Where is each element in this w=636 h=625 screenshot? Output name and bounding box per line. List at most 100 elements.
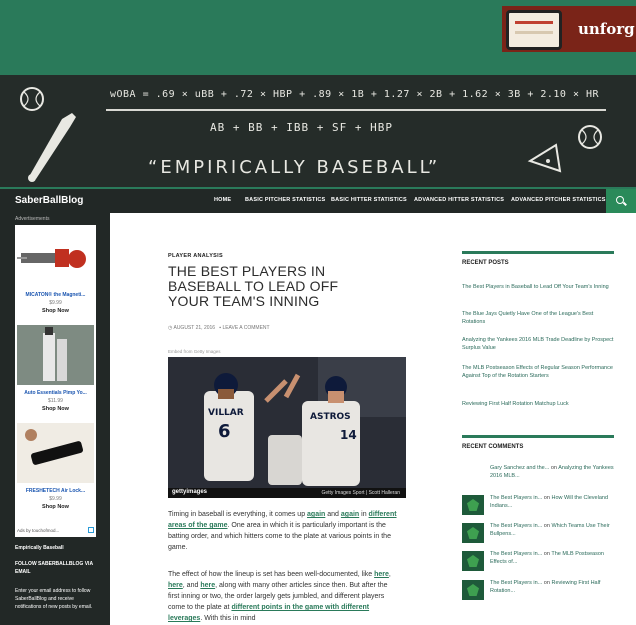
post-category-link[interactable]: PLAYER ANALYSIS: [168, 253, 223, 259]
recent-post-link[interactable]: Reviewing First Half Rotation Matchup Lu…: [462, 400, 614, 408]
nav-item-basic-hitter[interactable]: BASIC HITTER STATISTICS: [331, 197, 407, 203]
site-header-banner[interactable]: wOBA = .69 × uBB + .72 × HBP + .89 × 1B …: [0, 75, 636, 187]
recent-comment: The Best Players in... on Which Teams Us…: [462, 522, 614, 544]
recent-post-link[interactable]: The MLB Postseason Effects of Regular Se…: [462, 364, 614, 380]
recent-post-link[interactable]: The Blue Jays Quietly Have One of the Le…: [462, 310, 614, 326]
photo-credit[interactable]: Getty Images Sport | Scott Halleran: [321, 490, 400, 496]
ad-choices-icon[interactable]: [88, 527, 94, 533]
nav-item-advanced-pitcher[interactable]: ADVANCED PITCHER STATISTICS: [511, 197, 606, 203]
post-meta: ◷ AUGUST 21, 2016 ▪ LEAVE A COMMENT: [168, 325, 270, 331]
ad-product-name[interactable]: MICATON® the Magneti...: [15, 292, 96, 298]
diamond-field-icon: [527, 143, 562, 173]
comment-author[interactable]: Gary Sanchez and the...: [490, 465, 549, 471]
svg-text:14: 14: [340, 428, 357, 442]
bat-icon: [28, 113, 76, 182]
nav-item-basic-pitcher[interactable]: BASIC PITCHER STATISTICS: [245, 197, 325, 203]
article-link[interactable]: again: [341, 511, 359, 518]
comment-text: Gary Sanchez and the... on Analyzing the…: [490, 464, 614, 480]
text: , and: [182, 582, 201, 589]
getty-logo[interactable]: gettyimages: [172, 489, 207, 495]
recent-comment: The Best Players in... on Reviewing Firs…: [462, 579, 614, 601]
recent-post-link[interactable]: Analyzing the Yankees 2016 MLB Trade Dea…: [462, 336, 614, 352]
text: . With this in mind: [200, 615, 256, 622]
embed-label: Embed from Getty Images: [168, 349, 221, 354]
ad-spacer: [492, 6, 502, 52]
ad-product-name[interactable]: Auto Essentials Pimp Yo...: [15, 390, 96, 396]
article-link[interactable]: here: [200, 582, 215, 589]
avatar[interactable]: [462, 495, 484, 515]
svg-text:VILLAR: VILLAR: [208, 408, 244, 418]
ad-product-image[interactable]: [17, 423, 94, 483]
leave-comment-link[interactable]: LEAVE A COMMENT: [222, 325, 269, 331]
woba-formula-denominator: AB + BB + IBB + SF + HBP: [210, 121, 393, 134]
woba-formula-numerator: wOBA = .69 × uBB + .72 × HBP + .89 × 1B …: [110, 89, 600, 100]
ad-price: $9.99: [49, 300, 62, 306]
comment-author[interactable]: The Best Players in...: [490, 495, 542, 501]
text: The effect of how the lineup is set has …: [168, 571, 375, 578]
text: on: [549, 465, 559, 471]
post-title[interactable]: THE BEST PLAYERS IN BASEBALL TO LEAD OFF…: [168, 264, 368, 309]
search-icon-handle: [623, 201, 627, 206]
recent-comment: The Best Players in... on How Will the C…: [462, 494, 614, 516]
avatar[interactable]: [462, 551, 484, 571]
avatar[interactable]: [462, 523, 484, 543]
site-brand-link[interactable]: SaberBallBlog: [15, 195, 83, 206]
recent-posts-heading: RECENT POSTS: [462, 251, 614, 266]
formula-divider: [106, 109, 606, 111]
recent-comment: Gary Sanchez and the... on Analyzing the…: [462, 464, 614, 486]
search-toggle-button[interactable]: [606, 189, 636, 213]
article-link[interactable]: here: [374, 571, 389, 578]
device-illustration: [25, 429, 83, 465]
tablet-line: [515, 21, 553, 24]
site-banner-title: “EMPIRICALLY BASEBALL”: [148, 157, 441, 178]
svg-text:6: 6: [218, 421, 231, 442]
article-photo[interactable]: VILLAR 6 ASTROS 14 gettyimages Getty Ima…: [168, 357, 406, 498]
text: ,: [388, 571, 391, 578]
tablet-line: [515, 31, 553, 34]
left-sidebar: Advertisements MICATON® the Magneti... $…: [0, 213, 110, 625]
ad-attribution[interactable]: Ads by touchofmod...: [17, 528, 59, 533]
recent-comment: The Best Players in... on The MLB Postse…: [462, 550, 614, 572]
shop-now-button[interactable]: Shop Now: [15, 406, 96, 412]
article-link[interactable]: here: [168, 582, 183, 589]
top-banner-ad[interactable]: unforg: [492, 6, 636, 52]
article-link[interactable]: again: [307, 511, 325, 518]
ad-price: $11.99: [48, 398, 63, 404]
comment-author[interactable]: The Best Players in...: [490, 580, 542, 586]
nav-item-home[interactable]: HOME: [214, 197, 231, 203]
main-content-area: PLAYER ANALYSIS THE BEST PLAYERS IN BASE…: [110, 213, 636, 625]
comment-author[interactable]: The Best Players in...: [490, 523, 542, 529]
baseball-icon: [20, 87, 44, 111]
widget-heading: Empirically Baseball: [15, 545, 64, 551]
ad-price: $9.99: [49, 496, 62, 502]
baseball-icon: [578, 125, 602, 149]
comment-text: The Best Players in... on Which Teams Us…: [490, 522, 614, 538]
shop-now-button[interactable]: Shop Now: [15, 504, 96, 510]
shop-now-button[interactable]: Shop Now: [15, 308, 96, 314]
follow-heading: FOLLOW SABERBALLBLOG VIA EMAIL: [15, 561, 93, 575]
primary-navigation: SaberBallBlog HOME BASIC PITCHER STATIST…: [0, 189, 636, 213]
bottle-illustration: [43, 327, 67, 381]
comment-author[interactable]: The Best Players in...: [490, 551, 542, 557]
tablet-image: [506, 10, 562, 50]
post-date[interactable]: AUGUST 21, 2016: [173, 325, 215, 331]
ad-product-image[interactable]: [17, 227, 94, 287]
comment-text: The Best Players in... on The MLB Postse…: [490, 550, 614, 566]
ad-product-name[interactable]: FRESHETECH Air Lock...: [15, 488, 96, 494]
baseball-players-photo: VILLAR 6 ASTROS 14: [168, 357, 406, 498]
svg-text:ASTROS: ASTROS: [310, 412, 351, 422]
nav-item-advanced-hitter[interactable]: ADVANCED HITTER STATISTICS: [414, 197, 504, 203]
sidebar-ad-unit: MICATON® the Magneti... $9.99 Shop Now A…: [15, 225, 96, 537]
article-paragraph: Timing in baseball is everything, it com…: [168, 509, 398, 553]
recent-post-link[interactable]: The Best Players in Baseball to Lead Off…: [462, 283, 614, 291]
recent-comments-heading: RECENT COMMENTS: [462, 435, 614, 450]
comment-text: The Best Players in... on How Will the C…: [490, 494, 614, 510]
drill-illustration: [17, 249, 86, 268]
text: Timing in baseball is everything, it com…: [168, 511, 308, 518]
article-paragraph: The effect of how the lineup is set has …: [168, 569, 398, 624]
ad-product-image[interactable]: [17, 325, 94, 385]
follow-description: Enter your email address to follow Saber…: [15, 588, 93, 610]
ad-label: Advertisements: [15, 216, 50, 222]
comment-text: The Best Players in... on Reviewing Firs…: [490, 579, 614, 595]
avatar[interactable]: [462, 580, 484, 600]
